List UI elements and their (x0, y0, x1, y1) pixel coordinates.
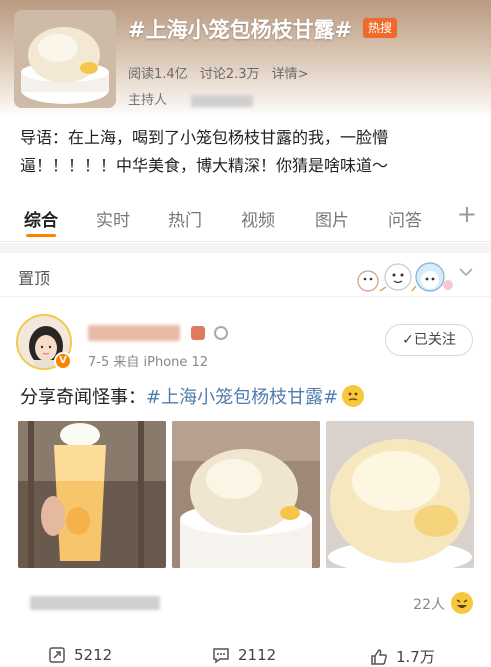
photo-3[interactable] (326, 421, 474, 568)
topic-title: #上海小笼包杨枝甘露# (128, 18, 353, 42)
comment-icon (213, 648, 229, 664)
post-text-prefix: 分享奇闻怪事： (20, 387, 146, 408)
tab-video[interactable]: 视频 (241, 206, 275, 231)
username-redacted[interactable] (88, 322, 229, 341)
photo-1[interactable] (18, 421, 166, 568)
like-count: 1.7万 (396, 648, 435, 666)
topic-stats: 阅读1.4亿 讨论2.3万 详情> (128, 63, 317, 82)
like-button[interactable]: 1.7万 (370, 646, 435, 667)
following-button[interactable]: ✓已关注 (385, 324, 473, 356)
pinned-label: 置顶 (18, 269, 51, 288)
comment-button[interactable]: 2112 (212, 646, 276, 664)
likes-row: 22人 (0, 588, 491, 618)
chevron-down-icon[interactable] (459, 267, 473, 277)
verified-badge-icon: V (54, 352, 72, 370)
hot-badge: 热搜 (363, 18, 398, 38)
thinking-emoji-icon (342, 385, 365, 407)
pinned-sticker-icon (357, 262, 453, 292)
post-meta: 7-5 来自 iPhone 12 (88, 355, 209, 370)
post-text: 分享奇闻怪事：#上海小笼包杨枝甘露# (20, 383, 365, 409)
discussion-count: 讨论2.3万 (199, 67, 260, 82)
topic-tabs: 综合 实时 热门 视频 图片 问答 + (0, 196, 491, 242)
repost-icon (49, 647, 65, 663)
tab-pictures[interactable]: 图片 (315, 206, 349, 231)
repost-count: 5212 (74, 646, 113, 664)
post-actions: 5212 2112 1.7万 (0, 640, 491, 667)
add-tab-icon[interactable]: + (457, 200, 477, 228)
vip-badge-icon (191, 325, 206, 340)
repost-button[interactable]: 5212 (48, 646, 112, 664)
section-divider (0, 243, 491, 253)
tab-hot[interactable]: 热门 (168, 206, 202, 231)
read-count: 阅读1.4亿 (128, 67, 188, 82)
tab-qa[interactable]: 问答 (388, 206, 422, 231)
liker-names-redacted[interactable] (30, 596, 160, 610)
level-badge-icon (214, 325, 229, 340)
comment-count: 2112 (238, 646, 277, 664)
topic-header: #上海小笼包杨枝甘露# 热搜 阅读1.4亿 讨论2.3万 详情> 主持人 (0, 0, 491, 118)
host-name-redacted[interactable] (191, 94, 254, 107)
active-tab-indicator (26, 234, 56, 237)
thumbs-up-icon (371, 648, 387, 665)
photo-2[interactable] (172, 421, 320, 568)
topic-lead: 导语：在上海，喝到了小笼包杨枝甘露的我，一脸懵逼！！！！！中华美食，博大精深！你… (20, 128, 389, 175)
details-link[interactable]: 详情> (272, 67, 309, 82)
pinned-row[interactable]: 置顶 (0, 253, 491, 297)
tab-comprehensive[interactable]: 综合 (24, 206, 58, 231)
post-topic-link[interactable]: #上海小笼包杨枝甘露# (146, 387, 338, 408)
host-label: 主持人 (128, 93, 168, 108)
like-summary-count[interactable]: 22人 (413, 594, 445, 614)
tab-realtime[interactable]: 实时 (96, 206, 130, 231)
host-row: 主持人 (128, 89, 254, 108)
laugh-emoji-icon (451, 592, 473, 614)
topic-thumbnail (14, 10, 116, 108)
photo-grid (18, 421, 474, 568)
